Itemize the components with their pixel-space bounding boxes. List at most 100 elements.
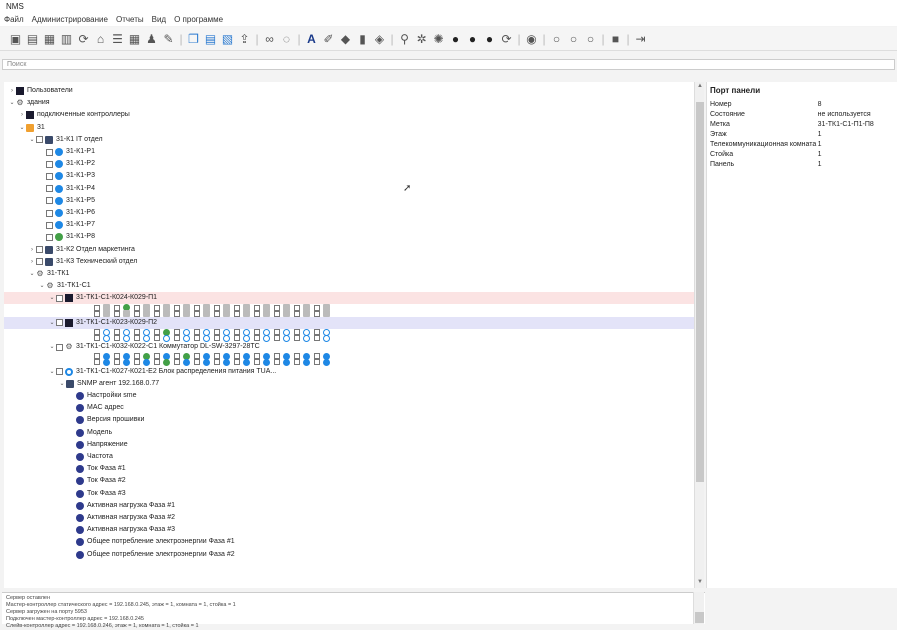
circle-icon[interactable]: ● [482, 31, 497, 46]
expand-toggle-icon[interactable]: ⌄ [48, 341, 56, 353]
tree-checkbox[interactable] [36, 246, 43, 254]
tree-checkbox[interactable] [36, 258, 43, 266]
network-icon[interactable]: ◈ [372, 31, 387, 46]
tree-checkbox[interactable] [46, 197, 53, 205]
settings-icon[interactable]: ✺ [431, 31, 446, 46]
tree-checkbox[interactable] [56, 319, 63, 327]
tree-item[interactable]: › 31-К3 Технический отдел [28, 256, 137, 268]
expand-toggle-icon[interactable]: › [28, 256, 36, 268]
tree-item[interactable]: ⌄ ⚙ 31-ТК1-С1 [38, 280, 90, 292]
tree-item[interactable]: Активная нагрузка Фаза #3 [68, 524, 175, 536]
tree-item[interactable]: ⌄ ⚙ 31-ТК1-С1-К032-К022-С1 Коммутатор DL-S… [48, 341, 260, 353]
expand-toggle-icon[interactable]: › [28, 244, 36, 256]
chart-icon[interactable]: ▮ [355, 31, 370, 46]
shield-icon[interactable]: ◆ [338, 31, 353, 46]
scroll-up-icon[interactable]: ▲ [696, 83, 704, 91]
tree-item[interactable]: 31-К1-Р7 [38, 219, 95, 231]
user-icon[interactable]: ♟ [144, 31, 159, 46]
tree-item[interactable]: Активная нагрузка Фаза #1 [68, 500, 175, 512]
text-icon[interactable]: A [304, 31, 319, 46]
port-23[interactable] [294, 358, 310, 366]
tree-item[interactable]: Настройки sme [68, 390, 137, 402]
filter-icon[interactable]: ⚲ [397, 31, 412, 46]
grid-icon[interactable]: ▦ [127, 31, 142, 46]
tree-item[interactable]: ⌄ 31-ТК1-С1-К023-К029-П2 [48, 317, 157, 329]
expand-toggle-icon[interactable]: ⌄ [38, 280, 46, 292]
tree-checkbox[interactable] [56, 368, 63, 376]
list-icon[interactable]: ☰ [110, 31, 125, 46]
open-icon[interactable]: ▤ [25, 31, 40, 46]
tree-item[interactable]: Общее потребление электроэнергии Фаза #2 [68, 549, 235, 561]
tree-checkbox[interactable] [46, 172, 53, 180]
tree-item[interactable]: Общее потребление электроэнергии Фаза #1 [68, 536, 235, 548]
home-icon[interactable]: ⌂ [93, 31, 108, 46]
report-icon[interactable]: ▧ [220, 31, 235, 46]
tree-checkbox[interactable] [46, 221, 53, 229]
expand-toggle-icon[interactable]: ⌄ [48, 317, 56, 329]
scroll-down-icon[interactable]: ▼ [696, 579, 704, 587]
circle-icon[interactable]: ● [448, 31, 463, 46]
device-tree[interactable]: › Пользователи ⌄ ⚙ здания › подключенные контр… [4, 82, 694, 588]
tree-item[interactable]: ⌄ SNMP агент 192.168.0.77 [58, 378, 159, 390]
tree-item[interactable]: ⌄ 31-К1 IT отдел [28, 134, 103, 146]
export-icon[interactable]: ⇪ [237, 31, 252, 46]
link-icon[interactable]: ∞ [262, 31, 277, 46]
dot-icon[interactable]: ○ [549, 31, 564, 46]
tree-checkbox[interactable] [46, 160, 53, 168]
pen-icon[interactable]: ✐ [321, 31, 336, 46]
tree-item[interactable]: MAC адрес [68, 402, 124, 414]
tree-item[interactable]: Напряжение [68, 439, 128, 451]
circle-icon[interactable]: ● [465, 31, 480, 46]
scan-icon[interactable]: ▥ [59, 31, 74, 46]
search-input[interactable]: Поиск [2, 59, 895, 70]
tree-item[interactable]: Активная нагрузка Фаза #2 [68, 512, 175, 524]
tree-item[interactable]: ⌄ ⚙ 31-ТК1 [28, 268, 69, 280]
port-24[interactable] [314, 358, 330, 366]
expand-toggle-icon[interactable]: ⌄ [48, 292, 56, 304]
port-22[interactable] [274, 334, 290, 342]
expand-toggle-icon[interactable]: ⌄ [58, 378, 66, 390]
tree-item[interactable]: ⌄ 31-ТК1-С1-К024-К029-П1 [48, 292, 157, 304]
port-23[interactable] [294, 334, 310, 342]
tree-item[interactable]: 31-К1-Р3 [38, 170, 95, 182]
table-icon[interactable]: ▤ [203, 31, 218, 46]
tree-checkbox[interactable] [36, 136, 43, 144]
tree-checkbox[interactable] [56, 294, 63, 302]
refresh-icon[interactable]: ⟳ [76, 31, 91, 46]
tree-item[interactable]: ⌄ 31-ТК1-С1-К027-К021-Е2 Блок распределен… [48, 366, 276, 378]
eye-icon[interactable]: ◉ [524, 31, 539, 46]
copy-icon[interactable]: ❐ [186, 31, 201, 46]
tree-checkbox[interactable] [46, 185, 53, 193]
port-22[interactable] [274, 358, 290, 366]
menu-item-2[interactable]: Отчеты [116, 15, 144, 25]
tree-checkbox[interactable] [46, 148, 53, 156]
tree-item[interactable]: 31-К1-Р6 [38, 207, 95, 219]
print-icon[interactable]: ▦ [42, 31, 57, 46]
tree-checkbox[interactable] [56, 343, 63, 351]
menu-item-3[interactable]: Вид [152, 15, 166, 25]
chat-icon[interactable]: ◌ [279, 31, 294, 46]
tree-item[interactable]: 31-К1-Р5 [38, 195, 95, 207]
expand-toggle-icon[interactable]: ⌄ [18, 122, 26, 134]
tree-item[interactable]: › 31-К2 Отдел маркетинга [28, 244, 135, 256]
expand-toggle-icon[interactable]: ⌄ [28, 268, 36, 280]
exit-icon[interactable]: ⇥ [633, 31, 648, 46]
tree-item[interactable]: Ток Фаза #1 [68, 463, 126, 475]
log-scroll-thumb[interactable] [695, 612, 704, 623]
tree-item[interactable]: 31-К1-Р8 [38, 231, 95, 243]
port-24[interactable] [314, 334, 330, 342]
expand-toggle-icon[interactable]: › [18, 109, 26, 121]
tree-item[interactable]: 31-К1-Р2 [38, 158, 95, 170]
refresh-icon[interactable]: ⟳ [499, 31, 514, 46]
menu-item-0[interactable]: Файл [4, 15, 24, 25]
dot-icon[interactable]: ○ [583, 31, 598, 46]
tree-item[interactable]: › Пользователи [8, 85, 73, 97]
tree-checkbox[interactable] [46, 233, 53, 241]
tree-item[interactable]: ⌄ 31 [18, 122, 45, 134]
tree-item[interactable]: › подключенные контроллеры [18, 109, 130, 121]
star-icon[interactable]: ✲ [414, 31, 429, 46]
tree-item[interactable]: 31-К1-Р1 [38, 146, 95, 158]
tree-item[interactable]: Версия прошивки [68, 414, 144, 426]
tree-scrollbar[interactable]: ▲ ▼ [694, 82, 704, 588]
tree-item[interactable]: Ток Фаза #2 [68, 475, 126, 487]
